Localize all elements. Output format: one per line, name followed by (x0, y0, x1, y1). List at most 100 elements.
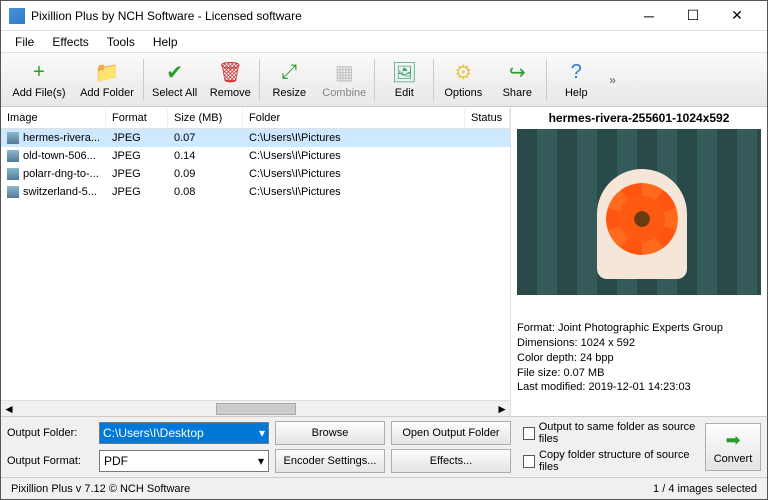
maximize-button[interactable]: ☐ (671, 2, 715, 30)
scroll-thumb[interactable] (216, 403, 296, 415)
column-headers: Image Format Size (MB) Folder Status (1, 107, 510, 129)
output-folder-field[interactable]: C:\Users\I\Desktop▾ (99, 422, 269, 444)
toolbar-separator (374, 59, 375, 101)
meta-modified: Last modified: 2019-12-01 14:23:03 (517, 380, 761, 395)
convert-button[interactable]: ➡ Convert (705, 423, 761, 471)
effects-button[interactable]: Effects... (391, 449, 511, 473)
horizontal-scrollbar[interactable]: ◄ ► (1, 400, 510, 416)
toolbar-label: Combine (322, 87, 366, 99)
options-icon: ⚙ (451, 61, 475, 85)
checkbox-icon (523, 455, 535, 468)
toolbar-label: Add Folder (80, 87, 134, 99)
help-icon: ? (564, 61, 588, 85)
toolbar-separator (546, 59, 547, 101)
titlebar: Pixillion Plus by NCH Software - License… (1, 1, 767, 31)
meta-size: File size: 0.07 MB (517, 366, 761, 381)
toolbar-combine-button: ▦ Combine (316, 55, 372, 105)
select-all-icon: ✔ (163, 61, 187, 85)
add-folder-icon: 📁 (95, 61, 119, 85)
statusbar: Pixillion Plus v 7.12 © NCH Software 1 /… (1, 477, 767, 499)
col-folder[interactable]: Folder (243, 109, 465, 127)
cell-size: 0.09 (168, 168, 243, 180)
preview-flower-shape (612, 189, 672, 249)
toolbar-add-file-s--button[interactable]: + Add File(s) (5, 55, 73, 105)
checkbox-icon (523, 427, 535, 440)
open-output-folder-button[interactable]: Open Output Folder (391, 421, 511, 445)
cell-image: switzerland-5... (1, 186, 106, 198)
output-format-label: Output Format: (7, 455, 93, 467)
toolbar-options-button[interactable]: ⚙ Options (436, 55, 490, 105)
toolbar-separator (259, 59, 260, 101)
cell-format: JPEG (106, 150, 168, 162)
col-format[interactable]: Format (106, 109, 168, 127)
toolbar-label: Options (444, 87, 482, 99)
menu-file[interactable]: File (7, 33, 42, 51)
toolbar-label: Resize (272, 87, 306, 99)
cell-format: JPEG (106, 186, 168, 198)
toolbar-separator (143, 59, 144, 101)
menu-effects[interactable]: Effects (44, 33, 96, 51)
file-icon (7, 186, 19, 198)
output-options: Output to same folder as source files Co… (519, 421, 697, 473)
menu-help[interactable]: Help (145, 33, 186, 51)
table-row[interactable]: polarr-dng-to-...JPEG0.09C:\Users\I\Pict… (1, 165, 510, 183)
preview-image (517, 129, 761, 295)
edit-icon: 🖼 (392, 61, 416, 85)
col-size[interactable]: Size (MB) (168, 109, 243, 127)
meta-depth: Color depth: 24 bpp (517, 351, 761, 366)
file-list-pane: Image Format Size (MB) Folder Status her… (1, 107, 511, 416)
combine-icon: ▦ (332, 61, 356, 85)
encoder-settings-button[interactable]: Encoder Settings... (275, 449, 385, 473)
col-image[interactable]: Image (1, 109, 106, 127)
cell-folder: C:\Users\I\Pictures (243, 132, 465, 144)
cell-image: polarr-dng-to-... (1, 168, 106, 180)
cell-folder: C:\Users\I\Pictures (243, 186, 465, 198)
toolbar-share-button[interactable]: ↪Share (490, 55, 544, 105)
toolbar-remove-button[interactable]: 🗑 Remove (203, 55, 257, 105)
output-format-combo[interactable]: PDF▾ (99, 450, 269, 472)
copy-structure-checkbox[interactable]: Copy folder structure of source files (523, 449, 697, 473)
preview-pane: hermes-rivera-255601-1024x592 Format: Jo… (511, 107, 767, 416)
close-button[interactable]: ✕ (715, 2, 759, 30)
table-row[interactable]: switzerland-5...JPEG0.08C:\Users\I\Pictu… (1, 183, 510, 201)
output-settings: Output Folder: C:\Users\I\Desktop▾ Brows… (7, 421, 511, 473)
same-folder-checkbox[interactable]: Output to same folder as source files (523, 421, 697, 445)
status-left: Pixillion Plus v 7.12 © NCH Software (11, 483, 190, 495)
toolbar-label: Edit (395, 87, 414, 99)
convert-icon: ➡ (725, 430, 740, 451)
toolbar-overflow-icon[interactable]: » (603, 73, 622, 87)
toolbar-label: Remove (210, 87, 251, 99)
resize-icon: ⤢ (277, 61, 301, 85)
file-rows: hermes-rivera...JPEG0.07C:\Users\I\Pictu… (1, 129, 510, 400)
add-file-s--icon: + (27, 61, 51, 85)
remove-icon: 🗑 (218, 61, 242, 85)
toolbar-resize-button[interactable]: ⤢ Resize (262, 55, 316, 105)
toolbar-separator (433, 59, 434, 101)
cell-format: JPEG (106, 168, 168, 180)
toolbar-label: Add File(s) (12, 87, 65, 99)
cell-folder: C:\Users\I\Pictures (243, 150, 465, 162)
output-folder-label: Output Folder: (7, 427, 93, 439)
window-title: Pixillion Plus by NCH Software - License… (31, 9, 627, 23)
app-icon (9, 8, 25, 24)
preview-filename: hermes-rivera-255601-1024x592 (517, 109, 761, 129)
scroll-right-icon[interactable]: ► (496, 402, 508, 416)
convert-box: ➡ Convert (705, 423, 761, 471)
browse-button[interactable]: Browse (275, 421, 385, 445)
col-status[interactable]: Status (465, 109, 510, 127)
toolbar-select-all-button[interactable]: ✔Select All (146, 55, 203, 105)
file-icon (7, 132, 19, 144)
toolbar-help-button[interactable]: ?Help (549, 55, 603, 105)
minimize-button[interactable]: ─ (627, 2, 671, 30)
cell-size: 0.14 (168, 150, 243, 162)
toolbar-edit-button[interactable]: 🖼 Edit (377, 55, 431, 105)
meta-format: Format: Joint Photographic Experts Group (517, 321, 761, 336)
toolbar-add-folder-button[interactable]: 📁 Add Folder (73, 55, 141, 105)
scroll-left-icon[interactable]: ◄ (3, 402, 15, 416)
table-row[interactable]: hermes-rivera...JPEG0.07C:\Users\I\Pictu… (1, 129, 510, 147)
table-row[interactable]: old-town-506...JPEG0.14C:\Users\I\Pictur… (1, 147, 510, 165)
main-area: Image Format Size (MB) Folder Status her… (1, 107, 767, 416)
cell-image: hermes-rivera... (1, 132, 106, 144)
menu-tools[interactable]: Tools (99, 33, 143, 51)
file-icon (7, 168, 19, 180)
